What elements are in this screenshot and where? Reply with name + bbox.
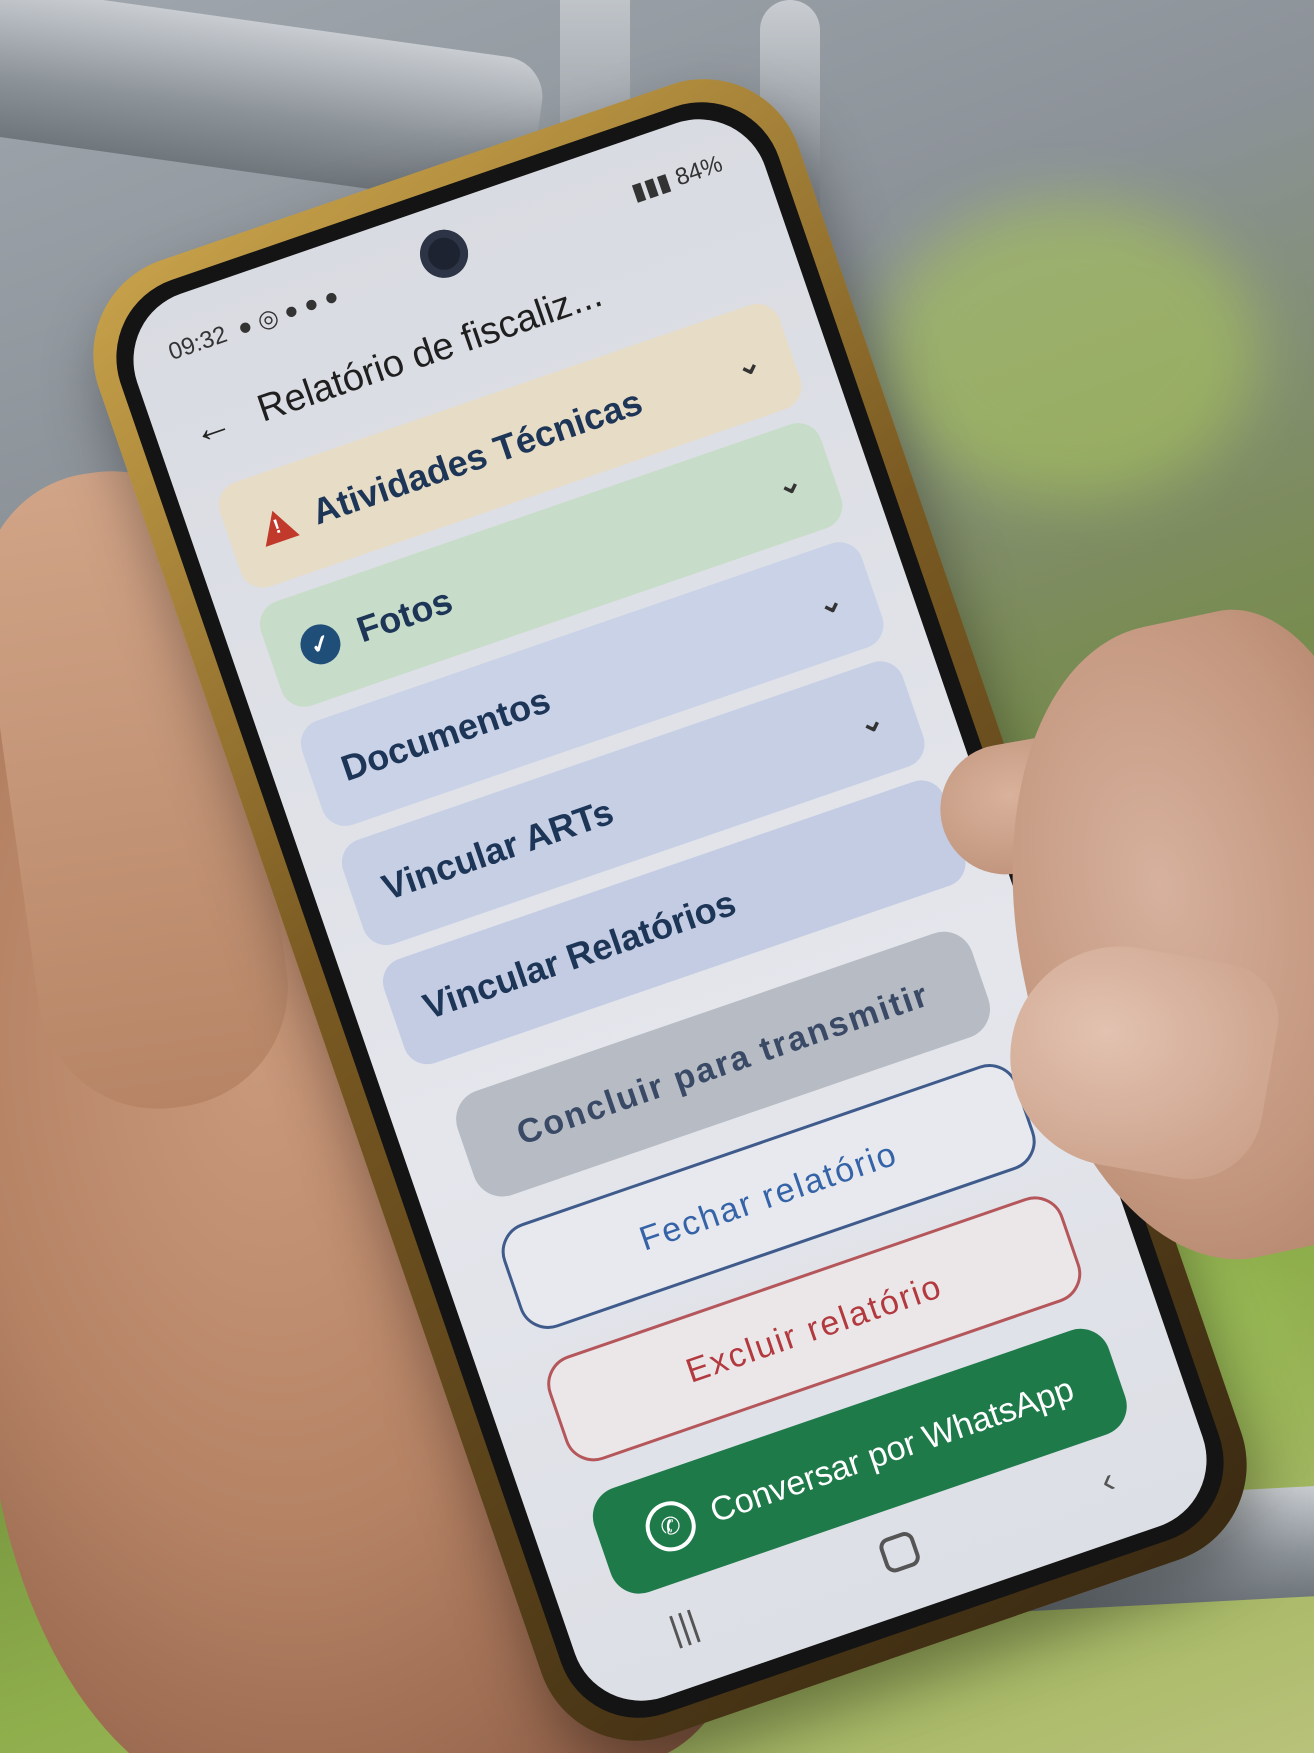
chevron-down-icon[interactable]: ⌄ bbox=[730, 343, 766, 384]
chevron-down-icon[interactable]: ⌄ bbox=[771, 462, 807, 503]
section-label: Documentos bbox=[335, 679, 556, 789]
section-label: Vincular ARTs bbox=[376, 790, 619, 909]
whatsapp-icon: ✆ bbox=[639, 1494, 703, 1559]
status-battery: 84% bbox=[671, 149, 726, 191]
section-label: Fotos bbox=[351, 579, 458, 651]
chevron-down-icon[interactable]: ⌄ bbox=[812, 582, 848, 623]
back-nav-icon[interactable]: ‹ bbox=[1095, 1459, 1120, 1503]
status-time: 09:32 bbox=[164, 320, 231, 366]
recent-apps-icon[interactable]: ||| bbox=[664, 1602, 704, 1651]
photo-scene: 09:32 ● ◎ ● ● ● ▮▮▮ 84% ← Relatório de f… bbox=[0, 0, 1314, 1753]
signal-icons: ▮▮▮ bbox=[627, 165, 681, 207]
grass-highlight bbox=[880, 200, 1260, 500]
home-icon[interactable] bbox=[876, 1529, 923, 1576]
check-circle-icon: ✓ bbox=[295, 618, 346, 670]
chevron-down-icon[interactable]: ⌄ bbox=[853, 701, 889, 742]
warning-icon: ! bbox=[255, 504, 300, 547]
notification-icons: ● ◎ ● ● ● bbox=[233, 281, 343, 342]
